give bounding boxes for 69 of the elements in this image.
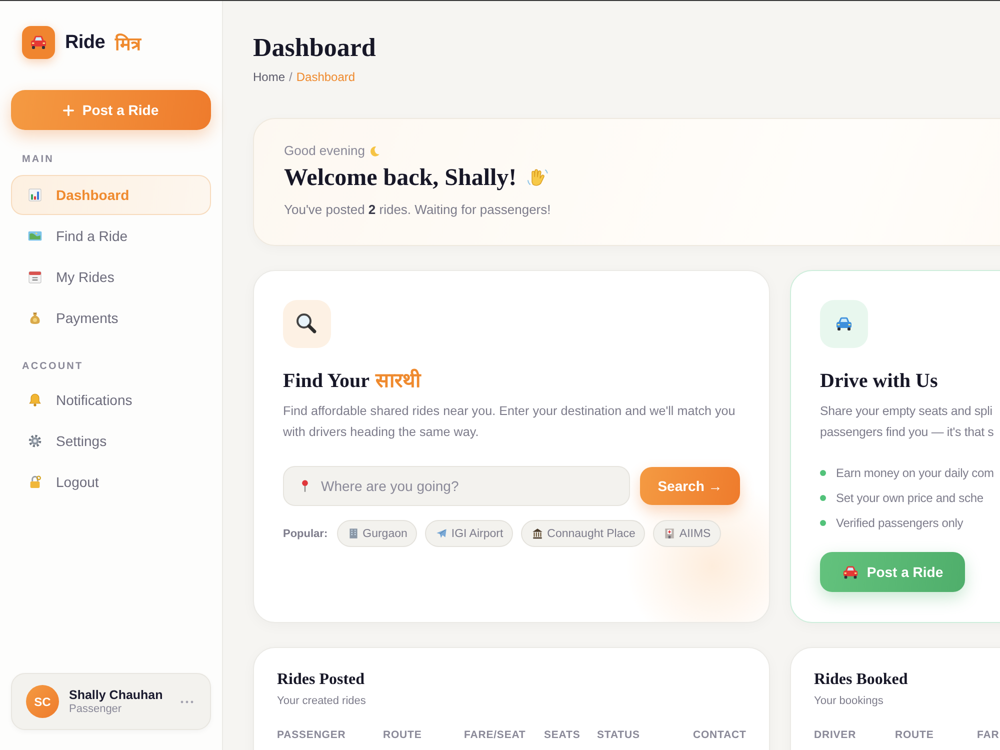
place-chip[interactable]: AIIMS — [653, 520, 721, 547]
user-name: Shally Chauhan — [69, 688, 163, 702]
section-label: MAIN — [21, 153, 55, 167]
bullet-dot-icon — [820, 470, 826, 476]
card-title-hindi-text: सारथी — [376, 369, 421, 393]
nav-item[interactable]: Find a Ride — [11, 216, 211, 256]
car-icon — [842, 564, 859, 580]
place-chip[interactable]: Gurgaon — [336, 520, 418, 547]
card-title: Drive with Us — [820, 369, 938, 393]
table-title: Rides Posted — [277, 670, 366, 690]
column-header: DRIVER — [814, 728, 858, 742]
hospital-icon — [663, 527, 676, 540]
breadcrumb-separator: / — [289, 69, 292, 85]
post-ride-button[interactable]: Post a Ride — [820, 552, 965, 592]
column-header: ROUTE — [383, 728, 423, 742]
logo-hindi-text: मित्र — [114, 32, 141, 54]
feature-text: Verified passengers only — [836, 516, 964, 530]
bullet-dot-icon — [820, 494, 826, 500]
nav-item[interactable]: Dashboard — [11, 175, 211, 215]
column-header: ROUTE — [895, 728, 935, 742]
card-description: Share your empty seats and spli passengers find you — it's that s — [820, 403, 994, 441]
column-header: STATUS — [597, 728, 641, 742]
column-header: SEATS — [544, 728, 582, 742]
nav-item[interactable]: Settings — [11, 421, 211, 461]
bullet-dot-icon — [820, 520, 826, 526]
welcome-title: Welcome back, Shally! — [284, 164, 517, 192]
search-button[interactable]: Search → — [640, 467, 740, 505]
greeting-text: Good evening — [284, 142, 365, 160]
car-logo-icon — [22, 26, 55, 59]
post-ride-button[interactable]: Post a Ride — [11, 90, 211, 130]
table-subtitle: Your bookings — [814, 694, 884, 709]
column-header: FAR — [977, 728, 1000, 742]
place-chip[interactable]: IGI Airport — [425, 520, 514, 547]
nav-item[interactable]: Payments — [11, 298, 211, 338]
user-card[interactable]: SC Shally Chauhan Passenger — [11, 673, 211, 730]
logo-text: Ride — [65, 32, 105, 54]
page-title: Dashboard — [253, 33, 377, 63]
plus-icon — [63, 104, 74, 116]
bar-chart-icon — [27, 187, 43, 203]
column-header: CONTACT — [693, 728, 746, 742]
feature-text: Set your own price and sche — [836, 490, 984, 504]
feature-text: Earn money on your daily com — [836, 466, 994, 480]
moon-icon — [368, 144, 381, 158]
classical-building-icon — [531, 527, 544, 540]
breadcrumb-link[interactable]: Dashboard — [296, 69, 356, 85]
place-chip[interactable]: Connaught Place — [521, 520, 646, 547]
column-header: PASSENGER — [277, 728, 347, 742]
bell-icon — [27, 392, 43, 408]
popular-label: Popular: — [283, 528, 328, 540]
car-icon — [820, 300, 868, 348]
calendar-icon — [27, 269, 43, 285]
card-description: Find affordable shared rides near you. Enter your destination and we'll match you with drivers heading the same way. — [283, 403, 736, 441]
table-title: Rides Booked — [814, 670, 909, 690]
search-field[interactable]: Where are you going? — [283, 466, 630, 506]
welcome-message: You've posted 2 rides. Waiting for passengers! — [284, 201, 552, 219]
nav-item[interactable]: Notifications — [11, 380, 211, 420]
nav-item[interactable]: My Rides — [11, 257, 211, 297]
search-icon — [283, 300, 331, 348]
gear-icon — [27, 433, 43, 449]
airplane-icon — [435, 527, 448, 540]
column-header: FARE/SEAT — [464, 728, 527, 742]
breadcrumb-link[interactable]: Home — [253, 69, 286, 85]
nav-item[interactable]: Logout — [11, 462, 211, 502]
office-building-icon — [346, 527, 360, 540]
card-title: Find Your — [283, 369, 370, 393]
table-subtitle: Your created rides — [277, 694, 367, 709]
section-label: ACCOUNT — [21, 360, 84, 374]
avatar: SC — [26, 685, 59, 718]
user-role: Passenger — [69, 703, 123, 715]
